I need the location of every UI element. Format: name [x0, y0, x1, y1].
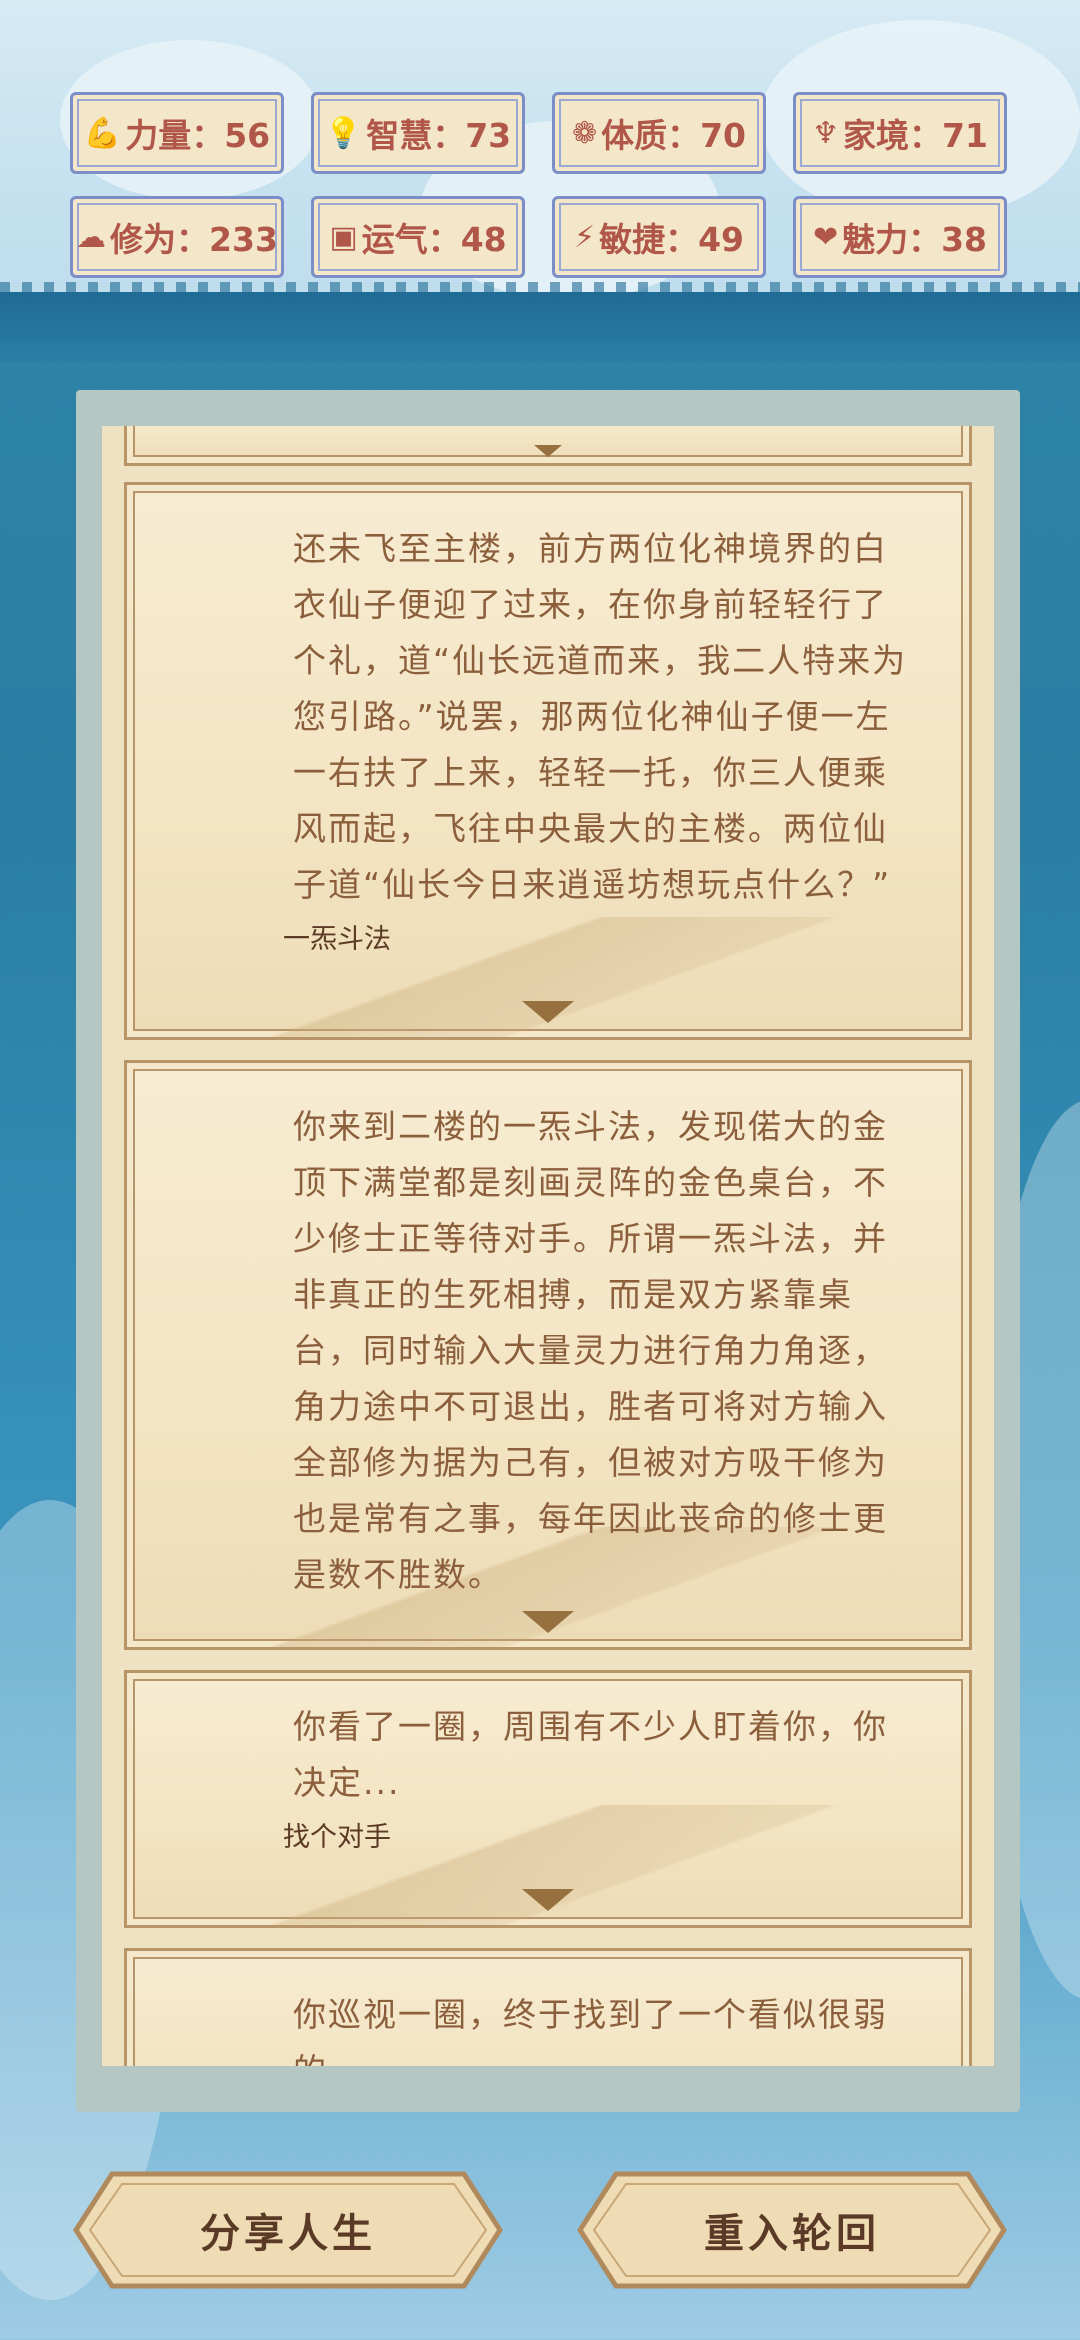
story-scroll-area[interactable]: 还未飞至主楼，前方两位化神境界的白衣仙子便迎了过来，在你身前轻轻行了个礼，道“仙… — [102, 426, 994, 2066]
stat-label: 家境：71 — [842, 116, 988, 155]
money-bag-icon: ♆ — [812, 115, 839, 151]
stat-luck: ▣ 运气：48 — [311, 196, 525, 278]
luck-icon: ▣ — [329, 219, 358, 255]
story-text: 你巡视一圈，终于找到了一个看似很弱的 — [293, 1995, 888, 2066]
story-card: 你看了一圈，周围有不少人盯着你，你决定... 找个对手 — [124, 1670, 972, 1928]
share-life-label: 分享人生 — [200, 2211, 376, 2257]
story-card-previous — [124, 426, 972, 466]
reincarnate-label: 重入轮回 — [704, 2211, 880, 2257]
stat-cultivation: ☁ 修为：233 — [70, 196, 284, 278]
stat-label: 敏捷：49 — [599, 220, 744, 259]
reincarnate-button[interactable]: 重入轮回 — [576, 2170, 1008, 2290]
story-card: 你巡视一圈，终于找到了一个看似很弱的 — [124, 1948, 972, 2066]
share-life-button[interactable]: 分享人生 — [72, 2170, 504, 2290]
stat-constitution: ❁ 体质：70 — [552, 92, 766, 174]
expand-arrow-icon[interactable] — [522, 1889, 574, 1911]
stat-wisdom: 💡 智慧：73 — [311, 92, 525, 174]
stat-strength: 💪 力量：56 — [70, 92, 284, 174]
stat-label: 体质：70 — [601, 116, 747, 155]
expand-arrow-icon[interactable] — [522, 1611, 574, 1633]
story-card: 你来到二楼的一炁斗法，发现偌大的金顶下满堂都是刻画灵阵的金色桌台，不少修士正等待… — [124, 1060, 972, 1650]
story-choice: 找个对手 — [283, 1822, 391, 1853]
stat-label: 力量：56 — [125, 116, 271, 155]
lightning-icon: ⚡ — [573, 219, 596, 255]
expand-arrow-icon[interactable] — [522, 1001, 574, 1023]
stat-label: 修为：233 — [110, 220, 278, 259]
wave-divider — [0, 282, 1080, 362]
muscle-icon: 💪 — [83, 115, 122, 151]
heartbeat-icon: ❁ — [571, 115, 598, 151]
bulb-icon: 💡 — [324, 115, 363, 151]
story-text: 你来到二楼的一炁斗法，发现偌大的金顶下满堂都是刻画灵阵的金色桌台，不少修士正等待… — [293, 1107, 888, 1594]
story-choice: 一炁斗法 — [283, 924, 391, 955]
stat-family: ♆ 家境：71 — [793, 92, 1007, 174]
story-text: 你看了一圈，周围有不少人盯着你，你决定... — [293, 1707, 888, 1802]
expand-arrow-icon — [534, 445, 562, 457]
heart-icon: ❤ — [812, 219, 839, 255]
story-card: 还未飞至主楼，前方两位化神境界的白衣仙子便迎了过来，在你身前轻轻行了个礼，道“仙… — [124, 482, 972, 1040]
cloud-icon: ☁ — [76, 219, 107, 255]
story-text: 还未飞至主楼，前方两位化神境界的白衣仙子便迎了过来，在你身前轻轻行了个礼，道“仙… — [293, 529, 908, 904]
stat-label: 魅力：38 — [842, 220, 988, 259]
stat-label: 运气：48 — [361, 220, 507, 259]
stat-charm: ❤ 魅力：38 — [793, 196, 1007, 278]
story-panel: 还未飞至主楼，前方两位化神境界的白衣仙子便迎了过来，在你身前轻轻行了个礼，道“仙… — [76, 390, 1020, 2112]
stat-agility: ⚡ 敏捷：49 — [552, 196, 766, 278]
stat-label: 智慧：73 — [366, 116, 512, 155]
